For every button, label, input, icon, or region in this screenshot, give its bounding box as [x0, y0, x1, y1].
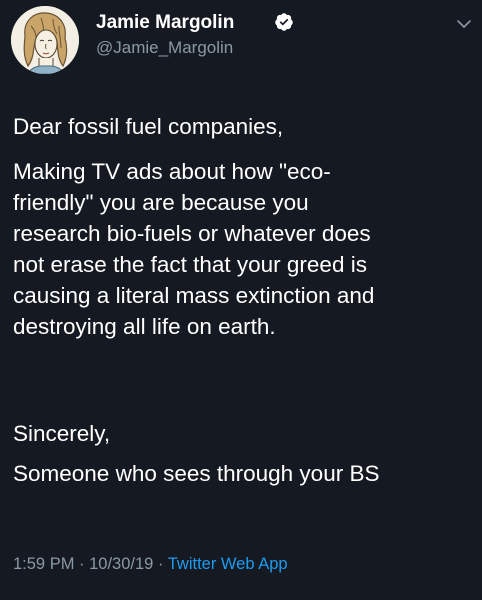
tweet-signature: Someone who sees through your BS: [13, 461, 380, 486]
tweet-meta: 1:59 PM · 10/30/19 · Twitter Web App: [13, 555, 288, 574]
tweet-signoff: Sincerely,: [13, 421, 111, 446]
tweet-card: Jamie Margolin @Jamie_Margolin Dear foss…: [0, 0, 482, 600]
chevron-down-icon[interactable]: [456, 18, 472, 30]
message-line: friendly" you are because you: [13, 190, 309, 215]
message-line: destroying all life on earth.: [13, 314, 276, 339]
avatar-portrait-icon: [11, 6, 79, 74]
message-line: Making TV ads about how "eco-: [13, 159, 331, 184]
message-line: not erase the fact that your greed is: [13, 252, 367, 277]
tweet-time[interactable]: 1:59 PM: [13, 555, 74, 573]
avatar[interactable]: [11, 6, 79, 74]
message-line: causing a literal mass extinction and: [13, 283, 375, 308]
handle[interactable]: @Jamie_Margolin: [96, 38, 233, 58]
tweet-greeting: Dear fossil fuel companies,: [13, 114, 284, 139]
display-name[interactable]: Jamie Margolin: [96, 12, 234, 34]
tweet-date[interactable]: 10/30/19: [89, 555, 153, 573]
meta-separator: ·: [74, 555, 90, 573]
tweet-message: Making TV ads about how "eco- friendly" …: [13, 156, 470, 342]
tweet-source-link[interactable]: Twitter Web App: [168, 555, 288, 573]
meta-separator: ·: [153, 555, 168, 573]
message-line: research bio-fuels or whatever does: [13, 221, 371, 246]
verified-badge-icon: [275, 13, 293, 31]
